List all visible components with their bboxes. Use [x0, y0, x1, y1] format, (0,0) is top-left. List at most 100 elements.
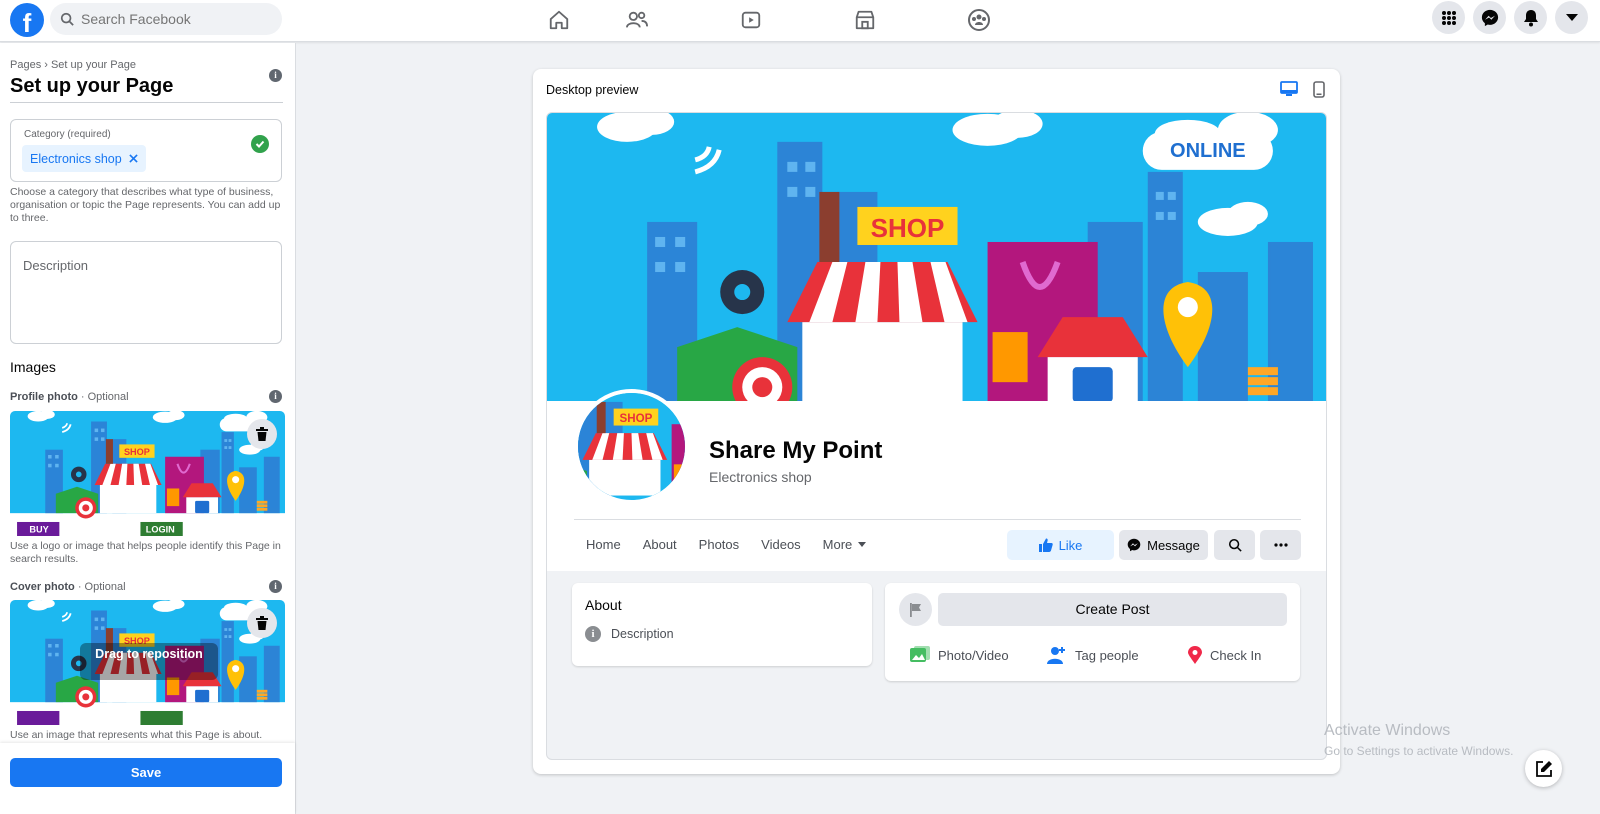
search-page-button[interactable] — [1214, 530, 1255, 560]
profile-photo-thumbnail[interactable]: BUY LOGIN — [10, 411, 285, 536]
description-placeholder: Description — [23, 258, 89, 273]
cover-login-text: LOGIN — [146, 525, 175, 535]
about-card: About i Description — [572, 583, 872, 666]
info-icon: i — [585, 626, 601, 642]
photo-video-action[interactable]: Photo/Video — [910, 646, 1009, 664]
watermark-line2: Go to Settings to activate Windows. — [1324, 744, 1514, 758]
tab-about[interactable]: About — [632, 531, 688, 558]
tab-photos[interactable]: Photos — [688, 531, 750, 558]
info-icon[interactable]: i — [269, 69, 282, 82]
cover-photo-thumbnail[interactable]: Drag to reposition — [10, 600, 285, 725]
messenger-icon — [1127, 538, 1141, 552]
about-description: Description — [611, 627, 674, 641]
nav-marketplace[interactable] — [808, 5, 922, 35]
page-name: Share My Point — [709, 437, 883, 464]
trash-icon — [256, 427, 268, 441]
windows-activation-watermark: Activate Windows Go to Settings to activ… — [1324, 722, 1513, 758]
delete-profile-photo-button[interactable] — [247, 419, 277, 449]
tag-people-label: Tag people — [1075, 647, 1139, 663]
save-button[interactable]: Save — [10, 758, 282, 787]
profile-photo-label: Profile photo · Optional — [10, 391, 129, 403]
notifications-button[interactable] — [1514, 1, 1547, 34]
like-button[interactable]: Like — [1007, 530, 1114, 560]
category-field[interactable]: Category (required) Electronics shop — [10, 119, 282, 182]
notifications-icon — [1523, 9, 1538, 26]
page-avatar-small — [899, 593, 932, 626]
page-header: ONLINE Share My Point Electronics shop H… — [547, 113, 1327, 571]
messenger-icon — [1481, 9, 1498, 26]
nav-watch[interactable] — [694, 5, 808, 35]
page-preview: ONLINE Share My Point Electronics shop H… — [546, 112, 1327, 760]
cover-photo-preview: ONLINE — [547, 113, 1327, 401]
info-icon[interactable]: i — [269, 390, 282, 403]
info-icon[interactable]: i — [269, 580, 282, 593]
tag-people-icon — [1047, 647, 1065, 664]
drag-to-reposition[interactable]: Drag to reposition — [80, 643, 218, 680]
caret-down-icon — [858, 542, 867, 547]
new-message-button[interactable] — [1525, 750, 1562, 787]
like-label: Like — [1058, 537, 1083, 553]
profile-help-text: Use a logo or image that helps people id… — [10, 540, 281, 565]
divider — [574, 519, 1301, 520]
nav-home[interactable] — [537, 5, 580, 35]
account-dropdown-icon — [1565, 13, 1578, 21]
check-icon — [251, 135, 269, 153]
message-label: Message — [1147, 537, 1200, 553]
photo-video-label: Photo/Video — [938, 647, 1009, 663]
search-box[interactable] — [50, 3, 282, 35]
category-label: Category (required) — [24, 129, 111, 140]
home-icon — [549, 10, 568, 30]
photo-icon — [910, 646, 930, 662]
watch-icon — [741, 11, 761, 29]
about-description-row: i Description — [585, 626, 674, 642]
avatar-image — [578, 393, 685, 500]
message-button[interactable]: Message — [1119, 530, 1208, 560]
search-icon — [60, 12, 74, 26]
cover-photo-label: Cover photo · Optional — [10, 581, 126, 593]
compose-icon — [1535, 760, 1552, 777]
close-icon[interactable] — [129, 154, 138, 163]
breadcrumb[interactable]: Pages › Set up your Page — [10, 59, 136, 71]
search-input[interactable] — [81, 11, 261, 27]
mobile-icon — [1313, 81, 1325, 98]
desktop-preview-card: Desktop preview ONLINE Share My Point El… — [533, 69, 1340, 774]
about-heading: About — [585, 597, 622, 613]
save-bar: Save — [0, 743, 295, 814]
setup-sidebar: Pages › Set up your Page Set up your Pag… — [0, 43, 296, 814]
main-nav — [537, 5, 1036, 35]
more-options-button[interactable] — [1260, 530, 1301, 560]
category-chip-label: Electronics shop — [30, 151, 122, 166]
account-dropdown-button[interactable] — [1555, 1, 1588, 34]
facebook-logo[interactable]: f — [10, 3, 44, 37]
tab-videos[interactable]: Videos — [750, 531, 812, 558]
check-in-action[interactable]: Check In — [1188, 646, 1261, 664]
page-title: Set up your Page — [10, 75, 174, 97]
cover-image: ONLINE — [547, 113, 1327, 401]
desktop-view-button[interactable] — [1280, 81, 1298, 102]
mobile-view-button[interactable] — [1313, 81, 1325, 103]
flag-icon — [909, 602, 921, 617]
tab-more[interactable]: More — [812, 531, 878, 558]
nav-groups[interactable] — [922, 5, 1036, 35]
tag-people-action[interactable]: Tag people — [1047, 646, 1139, 664]
top-navigation-bar: f — [0, 0, 1600, 42]
delete-cover-photo-button[interactable] — [247, 608, 277, 638]
groups-icon — [968, 9, 990, 31]
profile-photo-image: BUY LOGIN — [10, 411, 285, 536]
search-icon — [1228, 538, 1242, 552]
page-category: Electronics shop — [709, 469, 812, 485]
friends-icon — [626, 11, 648, 28]
nav-friends[interactable] — [580, 5, 694, 35]
category-chip: Electronics shop — [22, 145, 146, 172]
description-field[interactable]: Description — [10, 241, 282, 344]
tab-home[interactable]: Home — [575, 531, 632, 558]
divider — [10, 102, 283, 103]
menu-button[interactable] — [1432, 1, 1465, 34]
location-pin-icon — [1188, 646, 1202, 664]
check-in-label: Check In — [1210, 647, 1262, 663]
watermark-line1: Activate Windows — [1324, 722, 1451, 739]
messenger-button[interactable] — [1473, 1, 1506, 34]
create-post-button[interactable]: Create Post — [938, 593, 1287, 626]
profile-avatar[interactable] — [574, 389, 689, 504]
cover-buy-text: BUY — [29, 525, 48, 535]
